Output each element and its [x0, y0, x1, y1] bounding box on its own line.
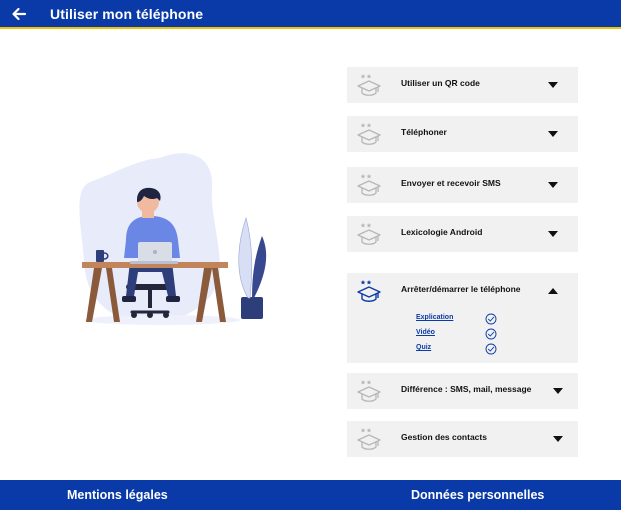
app-header: Utiliser mon téléphone: [0, 0, 621, 29]
check-circle-icon: [485, 313, 497, 325]
accordion-label: Différence : SMS, mail, message: [401, 384, 532, 394]
app-footer: Mentions légales Données personnelles: [0, 480, 621, 510]
accordion-header[interactable]: Utiliser un QR code: [347, 67, 578, 103]
graduation-cap-icon: [357, 280, 381, 302]
accordion-header[interactable]: Différence : SMS, mail, message: [347, 373, 578, 409]
lesson-row: Quiz: [416, 343, 536, 357]
accordion-label: Arrêter/démarrer le téléphone: [401, 284, 521, 294]
accordion-item: Différence : SMS, mail, message: [347, 373, 578, 409]
accordion-header[interactable]: Envoyer et recevoir SMS: [347, 167, 578, 203]
legal-notice-link[interactable]: Mentions légales: [67, 488, 168, 502]
graduation-cap-icon: [357, 380, 381, 402]
explication-link[interactable]: Explication: [416, 314, 453, 321]
graduation-cap-icon: [357, 428, 381, 450]
accordion-item-expanded: Arrêter/démarrer le téléphone Explicatio…: [347, 273, 578, 363]
accordion-header[interactable]: Téléphoner: [347, 116, 578, 152]
graduation-cap-icon: [357, 174, 381, 196]
graduation-cap-icon: [357, 74, 381, 96]
accordion-item: Gestion des contacts: [347, 421, 578, 457]
accordion-label: Lexicologie Android: [401, 227, 483, 237]
quiz-link[interactable]: Quiz: [416, 344, 431, 351]
caret-down-icon[interactable]: [548, 130, 558, 138]
plant-illustration: [238, 216, 267, 319]
accordion-header[interactable]: Arrêter/démarrer le téléphone: [347, 273, 578, 309]
arrow-left-icon[interactable]: [10, 5, 28, 23]
accordion-header[interactable]: Gestion des contacts: [347, 421, 578, 457]
check-circle-icon: [485, 328, 497, 340]
caret-down-icon[interactable]: [553, 435, 563, 443]
page-title: Utiliser mon téléphone: [50, 6, 204, 22]
lesson-row: Explication: [416, 313, 536, 327]
caret-down-icon[interactable]: [548, 81, 558, 89]
accordion-label: Gestion des contacts: [401, 432, 487, 442]
lesson-sublinks: Explication Vidéo Quiz: [347, 309, 578, 363]
accordion-item: Téléphoner: [347, 116, 578, 152]
caret-down-icon[interactable]: [553, 387, 563, 395]
accordion-label: Utiliser un QR code: [401, 78, 480, 88]
personal-data-link[interactable]: Données personnelles: [411, 488, 544, 502]
accordion-header[interactable]: Lexicologie Android: [347, 216, 578, 252]
lesson-row: Vidéo: [416, 328, 536, 342]
accordion-item: Utiliser un QR code: [347, 67, 578, 103]
accordion-item: Envoyer et recevoir SMS: [347, 167, 578, 203]
check-circle-icon: [485, 343, 497, 355]
video-link[interactable]: Vidéo: [416, 329, 435, 336]
caret-up-icon[interactable]: [548, 287, 558, 295]
accordion-item: Lexicologie Android: [347, 216, 578, 252]
caret-down-icon[interactable]: [548, 181, 558, 189]
graduation-cap-icon: [357, 123, 381, 145]
caret-down-icon[interactable]: [548, 230, 558, 238]
accordion-label: Envoyer et recevoir SMS: [401, 178, 501, 188]
accordion-label: Téléphoner: [401, 127, 447, 137]
person-at-desk-illustration: [79, 153, 267, 325]
graduation-cap-icon: [357, 223, 381, 245]
